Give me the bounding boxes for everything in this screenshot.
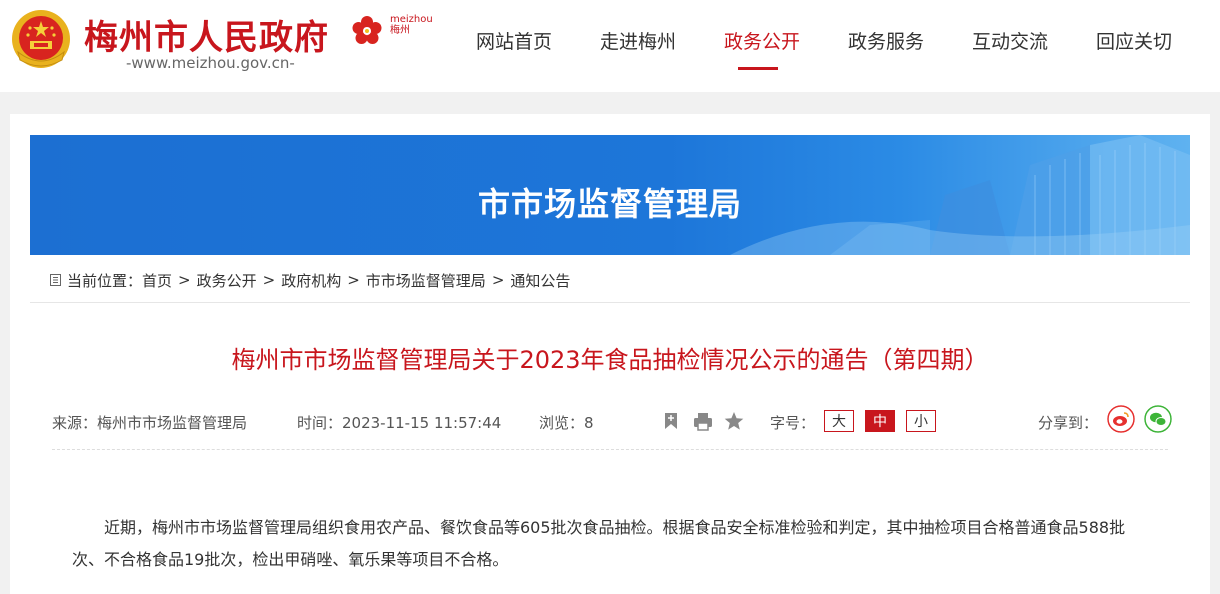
divider [30,302,1190,303]
breadcrumb-prefix: 当前位置： [67,271,143,290]
nav-item-home[interactable]: 网站首页 [452,0,576,92]
national-emblem-icon[interactable] [10,8,72,70]
breadcrumb-separator: > [178,271,191,289]
breadcrumb: 当前位置： 首页 > 政务公开 > 政府机构 > 市市场监督管理局 > 通知公告 [50,267,570,293]
article-views: 浏览：8 [539,414,594,432]
article-time: 时间：2023-11-15 11:57:44 [297,414,502,432]
content-card: 市市场监督管理局 当前位置： 首页 > 政务公开 > 政府机构 > 市市场监督管… [10,114,1210,594]
nav-item-gov-services[interactable]: 政务服务 [824,0,948,92]
breadcrumb-link-gov-affairs[interactable]: 政务公开 [197,270,257,291]
logo-mini-en: meizhou [390,14,433,25]
breadcrumb-separator: > [491,271,505,289]
breadcrumb-link-notices[interactable]: 通知公告 [510,270,570,291]
font-size-label: 字号： [770,414,816,432]
logo-mini-text: meizhou 梅州 [390,14,433,36]
breadcrumb-link-home[interactable]: 首页 [142,270,172,291]
share-label: 分享到： [1038,414,1099,432]
bookmark-icon[interactable] [660,410,682,432]
banner-title: 市市场监督管理局 [477,185,742,223]
font-size-large-button[interactable]: 大 [824,410,854,432]
font-size-small-button[interactable]: 小 [906,410,936,432]
breadcrumb-link-gov-agencies[interactable]: 政府机构 [281,270,341,291]
breadcrumb-separator: > [347,271,360,289]
logo-mini-cn: 梅州 [390,25,410,36]
site-title[interactable]: 梅州市人民政府 [84,10,329,59]
site-url: -www.meizhou.gov.cn- [126,54,295,72]
print-icon[interactable] [692,410,714,432]
font-size-medium-button[interactable]: 中 [865,410,895,432]
meizhou-flower-icon [352,16,382,44]
divider [52,449,1168,450]
article-source: 来源：梅州市市场监督管理局 [52,414,248,432]
nav-item-interaction[interactable]: 互动交流 [948,0,1072,92]
article-title: 梅州市市场监督管理局关于2023年食品抽检情况公示的通告（第四期） [231,346,989,374]
department-banner: 市市场监督管理局 [30,135,1190,255]
breadcrumb-separator: > [262,271,276,289]
breadcrumb-link-market-bureau[interactable]: 市市场监督管理局 [366,270,486,291]
site-header: 梅州市人民政府 -www.meizhou.gov.cn- meizhou 梅州 … [0,0,1220,92]
breadcrumb-icon [50,274,61,286]
nav-item-about-meizhou[interactable]: 走进梅州 [576,0,700,92]
nav-item-gov-affairs[interactable]: 政务公开 [700,0,824,92]
star-icon[interactable] [723,410,745,432]
main-nav: 网站首页 走进梅州 政务公开 政务服务 互动交流 回应关切 [452,0,1196,92]
article-body: 近期，梅州市市场监督管理局组织食用农产品、餐饮食品等605批次食品抽检。根据食品… [72,518,1126,569]
article-meta: 来源：梅州市市场监督管理局 时间：2023-11-15 11:57:44 浏览：… [52,405,1172,434]
nav-item-responses[interactable]: 回应关切 [1072,0,1196,92]
wechat-icon[interactable] [1144,405,1172,433]
weibo-icon[interactable] [1107,405,1135,433]
